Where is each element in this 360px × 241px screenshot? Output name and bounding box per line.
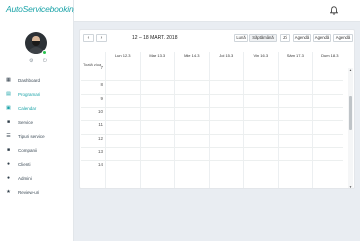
hour-label: 7 — [100, 65, 103, 70]
sidebar-item-label: Review-uri — [18, 190, 40, 195]
hour-label: 13 — [97, 148, 103, 154]
sidebar: AutoServicebooking ⚙ ⏻ ▦ Dashboard ▤ Progra… — [0, 0, 78, 241]
hour-label: 11 — [98, 122, 103, 128]
profile-actions[interactable]: ⚙ ⏻ — [29, 58, 51, 64]
building-icon: ■ — [6, 147, 11, 153]
user-icon: ● — [6, 161, 11, 167]
view-agenda-button[interactable]: Agendă — [293, 34, 311, 42]
sidebar-item-label: Companii — [18, 148, 38, 153]
next-week-button[interactable]: › — [96, 34, 107, 42]
star-icon: ★ — [6, 189, 11, 195]
calendar-title: 12 – 18 MART. 2018 — [132, 35, 178, 41]
sidebar-item-label: Dashboard — [18, 78, 41, 83]
hour-row[interactable] — [81, 80, 343, 82]
calendar-check-icon: ▤ — [6, 91, 11, 97]
hour-label: 9 — [100, 95, 103, 101]
sidebar-item-label: Clienti — [18, 162, 31, 167]
sidebar-item-label: Tipuri service — [18, 134, 45, 139]
day-header: Vin 16.3 — [243, 52, 278, 60]
sidebar-item-service[interactable]: ■ Service — [0, 116, 74, 130]
view-week-button[interactable]: Săptămână — [249, 34, 277, 42]
scroll-up-arrow-icon[interactable]: ▲ — [348, 68, 353, 72]
view-month-button[interactable]: Lună — [234, 34, 248, 42]
sidebar-item-tipuri-service[interactable]: ☰ Tipuri service — [0, 130, 74, 144]
day-header: Joi 15.3 — [208, 52, 244, 60]
day-header: Mie 14.3 — [174, 52, 209, 60]
hour-label: 14 — [97, 162, 103, 168]
user-shield-icon: ● — [6, 175, 11, 181]
calendar-panel: ‹ › 12 – 18 MART. 2018 Lună Săptămână Zi… — [79, 29, 355, 189]
sidebar-nav: ▦ Dashboard ▤ Programari ▣ Calendar ■ Service ☰ T… — [0, 74, 74, 200]
hour-row[interactable] — [81, 120, 343, 122]
sidebar-item-companii[interactable]: ■ Companii — [0, 144, 74, 158]
hour-row[interactable] — [81, 133, 343, 135]
sidebar-item-label: Admini — [18, 176, 32, 181]
day-header: Dum 18.3 — [312, 52, 347, 60]
sidebar-item-programari[interactable]: ▤ Programari — [0, 88, 74, 102]
wrench-icon: ■ — [6, 119, 11, 125]
view-day-button[interactable]: Zi — [280, 34, 290, 42]
scroll-thumb[interactable] — [349, 96, 352, 130]
sidebar-item-label: Service — [18, 120, 34, 125]
hour-row[interactable] — [81, 160, 343, 162]
topbar — [74, 0, 360, 22]
view-agenda-button-3[interactable]: Agendă — [333, 34, 353, 42]
app-logo[interactable]: AutoServicebooking — [6, 4, 78, 14]
sidebar-item-dashboard[interactable]: ▦ Dashboard — [0, 74, 74, 88]
hour-row[interactable] — [81, 146, 343, 148]
grid-icon: ▦ — [6, 77, 11, 83]
hour-label: 8 — [100, 82, 103, 88]
view-agenda-button-2[interactable]: Agendă — [313, 34, 331, 42]
day-header: Lun 12.3 — [105, 52, 140, 60]
day-header: Mar 13.3 — [139, 52, 175, 60]
calendar-icon: ▣ — [6, 105, 11, 111]
list-icon: ☰ — [6, 133, 11, 139]
calendar-scrollbar[interactable]: ▲ ▼ — [348, 68, 353, 188]
hour-label: 12 — [97, 135, 103, 141]
hour-row[interactable] — [81, 93, 343, 95]
scroll-down-arrow-icon[interactable]: ▼ — [348, 185, 353, 188]
sidebar-item-label: Programari — [18, 92, 41, 97]
day-header: Sâm 17.3 — [277, 52, 313, 60]
hour-label: 10 — [97, 108, 103, 114]
prev-week-button[interactable]: ‹ — [83, 34, 94, 42]
bell-icon[interactable] — [330, 6, 338, 15]
week-grid[interactable]: Toată ziua ▲ ▼ Lun 12.3 Mar 13.3 Mie 14.3 J… — [81, 52, 353, 188]
sidebar-item-label: Calendar — [18, 106, 37, 111]
online-status-indicator — [42, 50, 47, 55]
sidebar-item-admini[interactable]: ● Admini — [0, 172, 74, 186]
sidebar-item-calendar[interactable]: ▣ Calendar — [0, 102, 74, 116]
hour-row[interactable] — [81, 106, 343, 108]
sidebar-item-clienti[interactable]: ● Clienti — [0, 158, 74, 172]
sidebar-item-review-uri[interactable]: ★ Review-uri — [0, 186, 74, 200]
